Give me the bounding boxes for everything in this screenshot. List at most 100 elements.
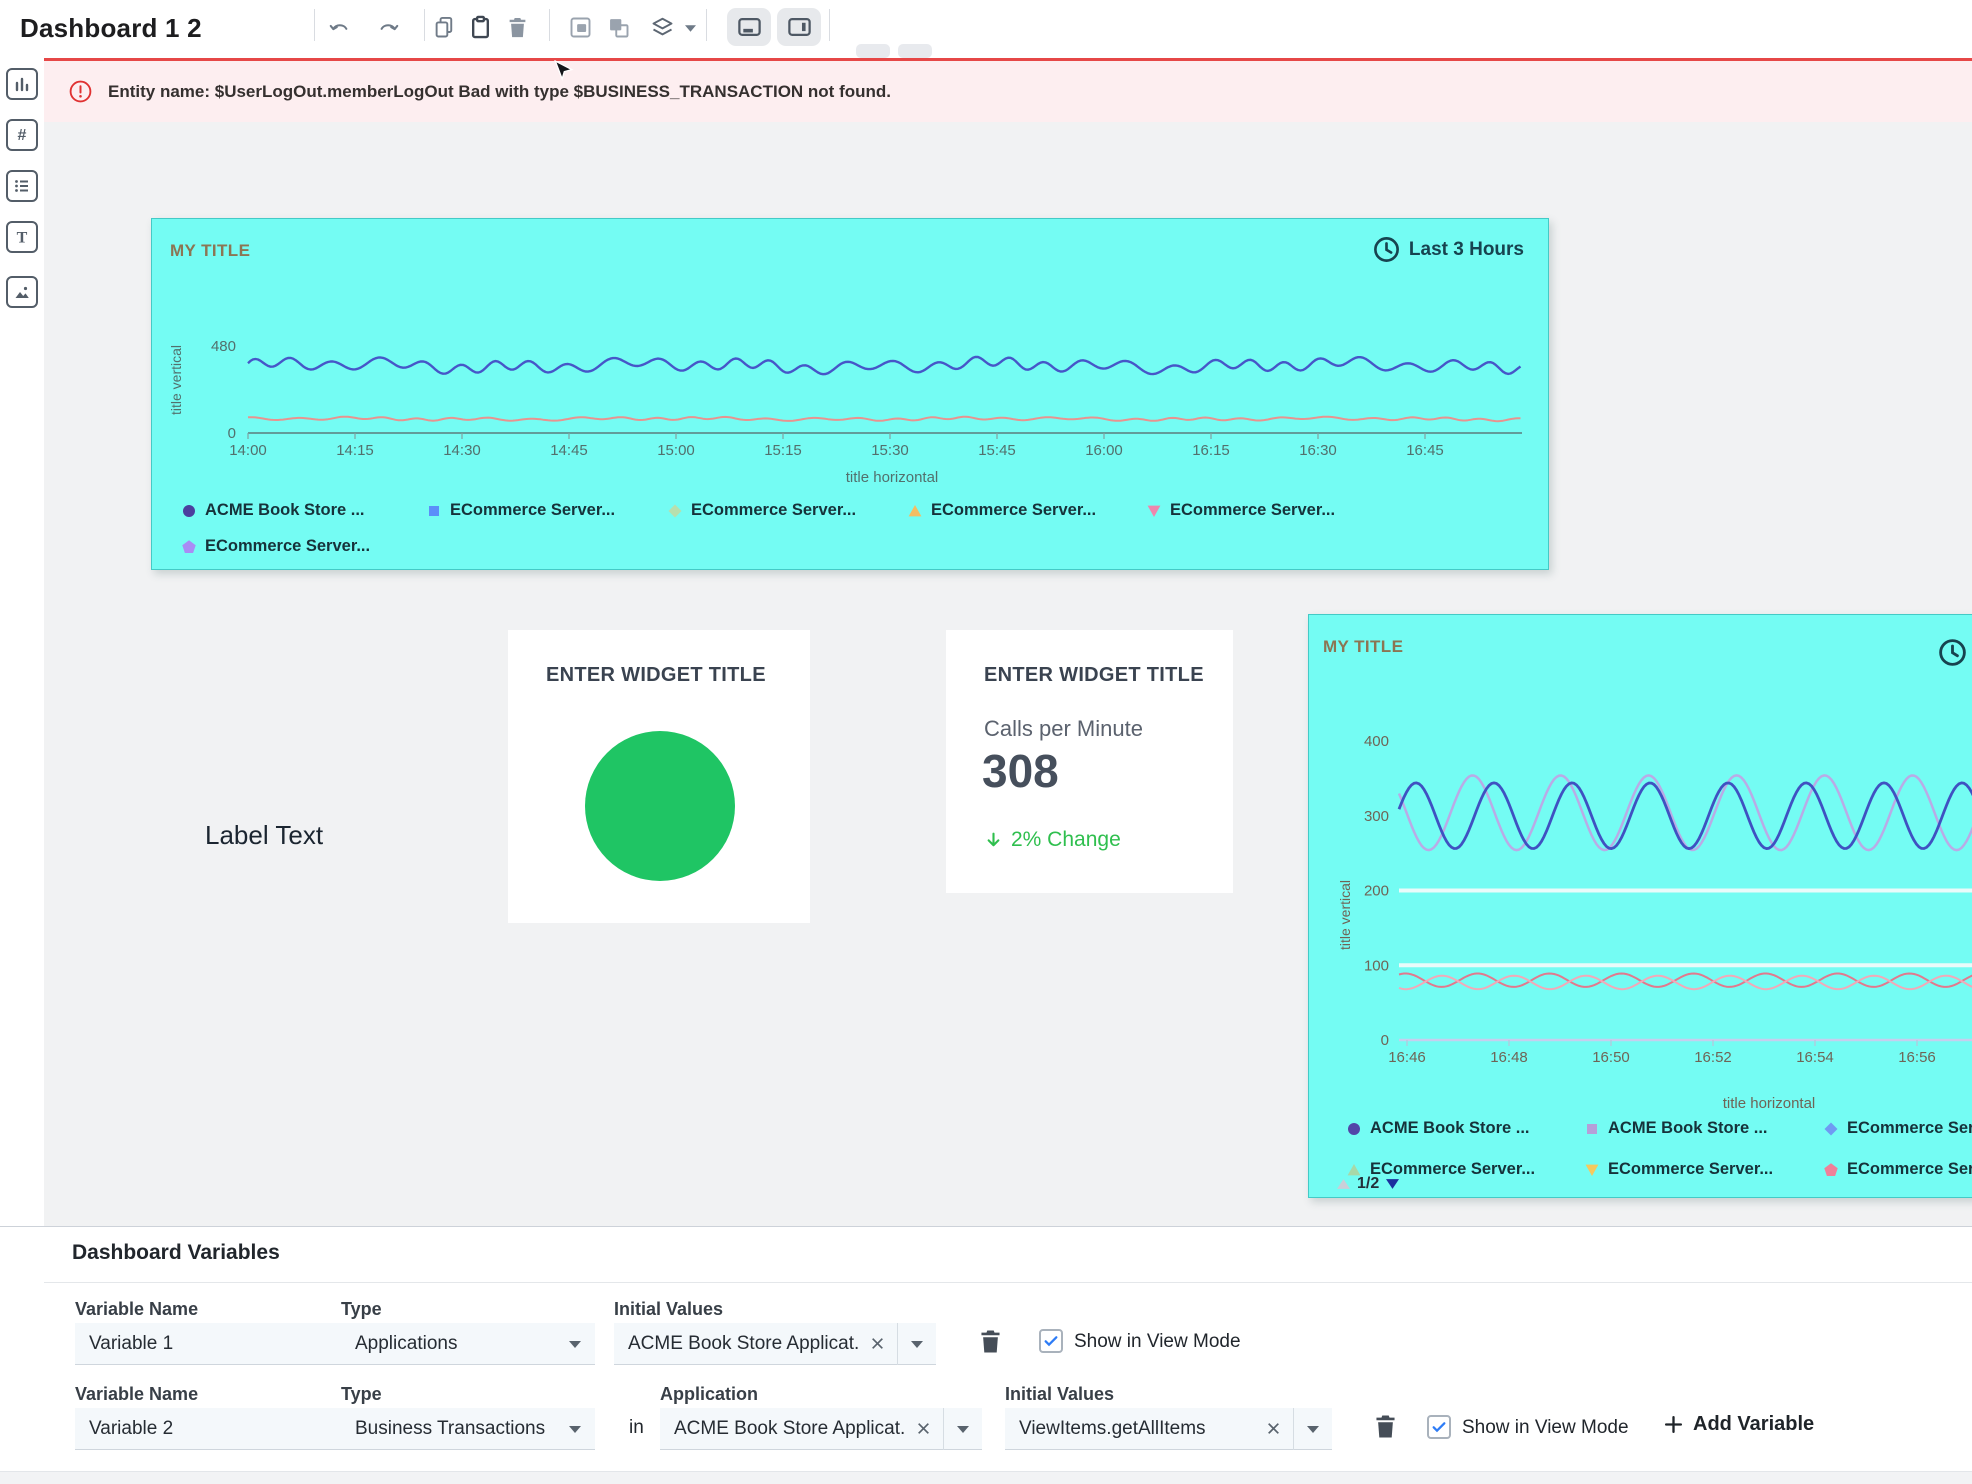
caret-down-icon xyxy=(957,1425,969,1433)
legend-pagination: 1/2 xyxy=(1337,1175,1399,1193)
sidebar-item-list-widget[interactable] xyxy=(6,170,38,202)
initial-values-combo[interactable]: ACME Book Store Applicat... xyxy=(614,1323,936,1365)
toolbar-separator xyxy=(314,9,315,41)
panel-divider xyxy=(44,1282,1972,1283)
redo-icon xyxy=(375,14,402,41)
legend-item[interactable]: ACME Book Store ... xyxy=(1347,1119,1530,1138)
square-marker-icon xyxy=(427,504,441,518)
error-icon xyxy=(68,79,93,104)
legend-item[interactable]: ACME Book Store ... xyxy=(182,501,365,520)
initial-values-label: Initial Values xyxy=(1005,1384,1114,1405)
delete-button[interactable] xyxy=(503,13,531,41)
x-tick-label: 16:48 xyxy=(1490,1049,1528,1066)
application-value: ACME Book Store Applicat... xyxy=(660,1418,904,1440)
error-banner: Entity name: $UserLogOut.memberLogOut Ba… xyxy=(44,58,1972,122)
legend-item[interactable]: ECommerce Server... xyxy=(908,501,1096,520)
initial-values-combo[interactable]: ViewItems.getAllItems xyxy=(1005,1408,1332,1450)
sidebar-item-text-widget[interactable]: T xyxy=(6,221,38,253)
toolbar-separator xyxy=(424,9,425,41)
time-range[interactable] xyxy=(1937,637,1968,668)
legend-item[interactable]: ECommerce Ser... xyxy=(1824,1160,1972,1179)
x-tick-label: 16:50 xyxy=(1592,1049,1630,1066)
x-tick-label: 16:00 xyxy=(1085,442,1123,459)
metric-label: Calls per Minute xyxy=(984,716,1143,742)
legend-item[interactable]: ECommerce Server... xyxy=(182,537,370,556)
y-tick-label: 400 xyxy=(1364,733,1389,750)
metric-widget[interactable]: ENTER WIDGET TITLE Calls per Minute 308 … xyxy=(946,630,1233,893)
application-combo[interactable]: ACME Book Store Applicat... xyxy=(660,1408,982,1450)
legend-item[interactable]: ECommerce Server... xyxy=(1147,501,1335,520)
timeseries-widget-1[interactable]: MY TITLE Last 3 Hours title vertical 480… xyxy=(151,218,1549,570)
layout-bottom-panel-button[interactable] xyxy=(727,8,771,46)
redo-button[interactable] xyxy=(374,13,402,41)
legend-item[interactable]: ECommerce Server... xyxy=(668,501,856,520)
copy-button[interactable] xyxy=(430,13,458,41)
legend-label: ECommerce Ser... xyxy=(1847,1119,1972,1138)
square-marker-icon xyxy=(1585,1122,1599,1136)
clear-value-button[interactable] xyxy=(1254,1421,1293,1436)
type-select[interactable]: Business Transactions xyxy=(341,1408,595,1450)
timeseries-widget-2[interactable]: MY TITLE title vertical 400300200100016:… xyxy=(1308,614,1972,1198)
label-widget[interactable]: Label Text xyxy=(205,820,323,851)
group-button[interactable] xyxy=(566,13,594,41)
delete-variable-button[interactable] xyxy=(1370,1411,1401,1442)
paste-button[interactable] xyxy=(466,13,494,41)
clear-value-button[interactable] xyxy=(858,1336,897,1351)
series-line xyxy=(1399,783,1972,849)
legend-item[interactable]: ECommerce Server... xyxy=(427,501,615,520)
layout-right-panel-button[interactable] xyxy=(777,8,821,46)
clock-icon xyxy=(1372,235,1401,264)
clear-value-button[interactable] xyxy=(904,1421,943,1436)
pentagon-marker-icon xyxy=(182,540,196,554)
triangle-marker-icon xyxy=(908,504,922,518)
x-tick-label: 16:46 xyxy=(1388,1049,1426,1066)
legend-item[interactable]: ECommerce Ser... xyxy=(1824,1119,1972,1138)
legend-label: ECommerce Server... xyxy=(1170,501,1335,520)
diamond-marker-icon xyxy=(1824,1122,1838,1136)
variable-name-input[interactable] xyxy=(75,1323,355,1365)
initial-values-label: Initial Values xyxy=(614,1299,723,1320)
initial-values-value: ViewItems.getAllItems xyxy=(1005,1418,1254,1440)
legend-label: ECommerce Server... xyxy=(205,537,370,556)
show-in-view-mode-checkbox[interactable] xyxy=(1039,1329,1063,1353)
sidebar-item-number-widget[interactable]: # xyxy=(6,119,38,151)
add-variable-button[interactable]: Add Variable xyxy=(1664,1413,1814,1436)
legend-label: ECommerce Server... xyxy=(691,501,856,520)
pie-chart-circle[interactable] xyxy=(585,731,735,881)
x-tick-label: 14:00 xyxy=(229,442,267,459)
layers-button[interactable] xyxy=(648,13,676,41)
application-label: Application xyxy=(660,1384,758,1405)
x-tick-label: 14:45 xyxy=(550,442,588,459)
sidebar-item-chart-widget[interactable] xyxy=(6,68,38,100)
time-range[interactable]: Last 3 Hours xyxy=(1372,235,1524,264)
svg-text:#: # xyxy=(18,127,27,144)
pie-widget[interactable]: ENTER WIDGET TITLE xyxy=(508,630,810,923)
x-tick-label: 16:54 xyxy=(1796,1049,1834,1066)
clock-icon xyxy=(1937,637,1968,668)
toolbar-separator xyxy=(549,9,550,41)
ungroup-button[interactable] xyxy=(604,13,632,41)
widget-title: ENTER WIDGET TITLE xyxy=(984,664,1204,687)
x-tick-label: 16:45 xyxy=(1406,442,1444,459)
variable-name-input[interactable] xyxy=(75,1408,355,1450)
legend-item[interactable]: ECommerce Server... xyxy=(1585,1160,1773,1179)
layers-menu-button[interactable] xyxy=(684,24,696,32)
page-down-icon[interactable] xyxy=(1386,1179,1399,1189)
open-dropdown-button[interactable] xyxy=(944,1425,982,1433)
open-dropdown-button[interactable] xyxy=(1294,1425,1332,1433)
add-variable-label: Add Variable xyxy=(1693,1413,1814,1436)
toolbar-separator xyxy=(829,9,830,41)
sidebar-item-image-widget[interactable] xyxy=(6,276,38,308)
legend-label: ECommerce Server... xyxy=(1608,1160,1773,1179)
open-dropdown-button[interactable] xyxy=(898,1340,936,1348)
y-tick-label: 480 xyxy=(211,338,236,355)
widget-title: MY TITLE xyxy=(1323,637,1403,657)
delete-variable-button[interactable] xyxy=(975,1326,1006,1357)
type-select[interactable]: Applications xyxy=(341,1323,595,1365)
chart-1-legend: ACME Book Store ... ECommerce Server... EC… xyxy=(152,495,1548,567)
legend-item[interactable]: ACME Book Store ... xyxy=(1585,1119,1768,1138)
y-tick-label: 200 xyxy=(1364,883,1389,900)
show-in-view-mode-checkbox[interactable] xyxy=(1427,1415,1451,1439)
undo-button[interactable] xyxy=(325,13,353,41)
page-up-icon[interactable] xyxy=(1337,1179,1350,1189)
